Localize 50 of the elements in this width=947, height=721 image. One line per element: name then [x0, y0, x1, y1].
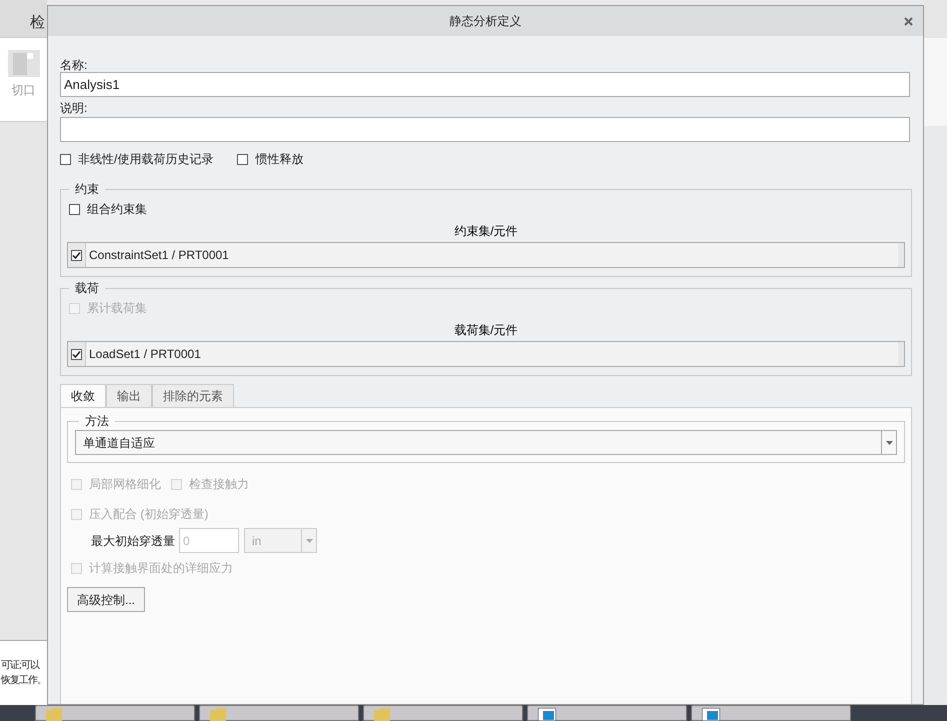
caret-down-icon: [306, 538, 312, 542]
checkbox-label: 组合约束集: [87, 201, 147, 218]
tab[interactable]: 排除的元素: [152, 384, 234, 408]
field-label: 最大初始穿透量: [91, 532, 175, 550]
list-item[interactable]: ConstraintSet1 / PRT0001: [85, 243, 898, 267]
check-icon: [72, 250, 81, 260]
checkbox-label: 局部网格细化: [89, 476, 161, 493]
window-icon: [538, 708, 556, 721]
check-icon: [72, 350, 81, 358]
checkbox-label: 计算接触界面处的详细应力: [89, 560, 233, 577]
tab[interactable]: 收敛: [60, 384, 106, 408]
checkbox-label: 压入配合 (初始穿透量): [89, 506, 208, 523]
name-field[interactable]: Analysis1: [60, 72, 910, 97]
taskbar-button[interactable]: [199, 705, 359, 721]
close-icon: [904, 16, 912, 26]
checkbox[interactable]: [69, 204, 80, 214]
group-title: 约束: [74, 181, 100, 198]
list-header: 载荷集/元件: [453, 322, 519, 339]
document-icon: [8, 50, 40, 77]
tab[interactable]: 输出: [106, 384, 152, 408]
folder-icon: [374, 708, 390, 721]
message-text: 可证;可以: [1, 658, 40, 673]
checkbox[interactable]: [71, 250, 82, 260]
field-label: 说明:: [60, 100, 88, 117]
checkbox-label: 检查接触力: [189, 476, 249, 493]
list-item[interactable]: LoadSet1 / PRT0001: [85, 342, 898, 366]
taskbar-button[interactable]: [35, 705, 195, 721]
window-title: 静态分析定义: [450, 13, 522, 30]
group-title: 载荷: [74, 280, 100, 297]
ribbon-tab[interactable]: 检: [30, 12, 45, 34]
folder-icon: [46, 708, 62, 721]
list-header: 约束集/元件: [453, 223, 519, 240]
field-label: 名称:: [60, 57, 88, 72]
group-title: 方法: [84, 413, 110, 430]
description-field[interactable]: [60, 117, 910, 142]
advanced-control-button[interactable]: 高级控制...: [67, 587, 146, 612]
message-text: 恢复工作。: [1, 674, 47, 688]
window-icon: [702, 708, 720, 721]
checkbox-label: 惯性释放: [255, 151, 304, 168]
taskbar-button[interactable]: [691, 705, 851, 721]
checkbox-label: 累计载荷集: [87, 300, 147, 317]
checkbox[interactable]: [237, 154, 248, 164]
checkbox[interactable]: [60, 154, 71, 164]
method-dropdown[interactable]: 单通道自适应: [75, 430, 897, 455]
checkbox-label: 非线性/使用载荷历史记录: [78, 151, 214, 168]
taskbar-button[interactable]: [527, 705, 687, 721]
folder-icon: [210, 708, 226, 721]
taskbar-button[interactable]: [363, 705, 523, 721]
caret-down-icon: [886, 440, 892, 444]
checkbox[interactable]: [71, 348, 82, 360]
